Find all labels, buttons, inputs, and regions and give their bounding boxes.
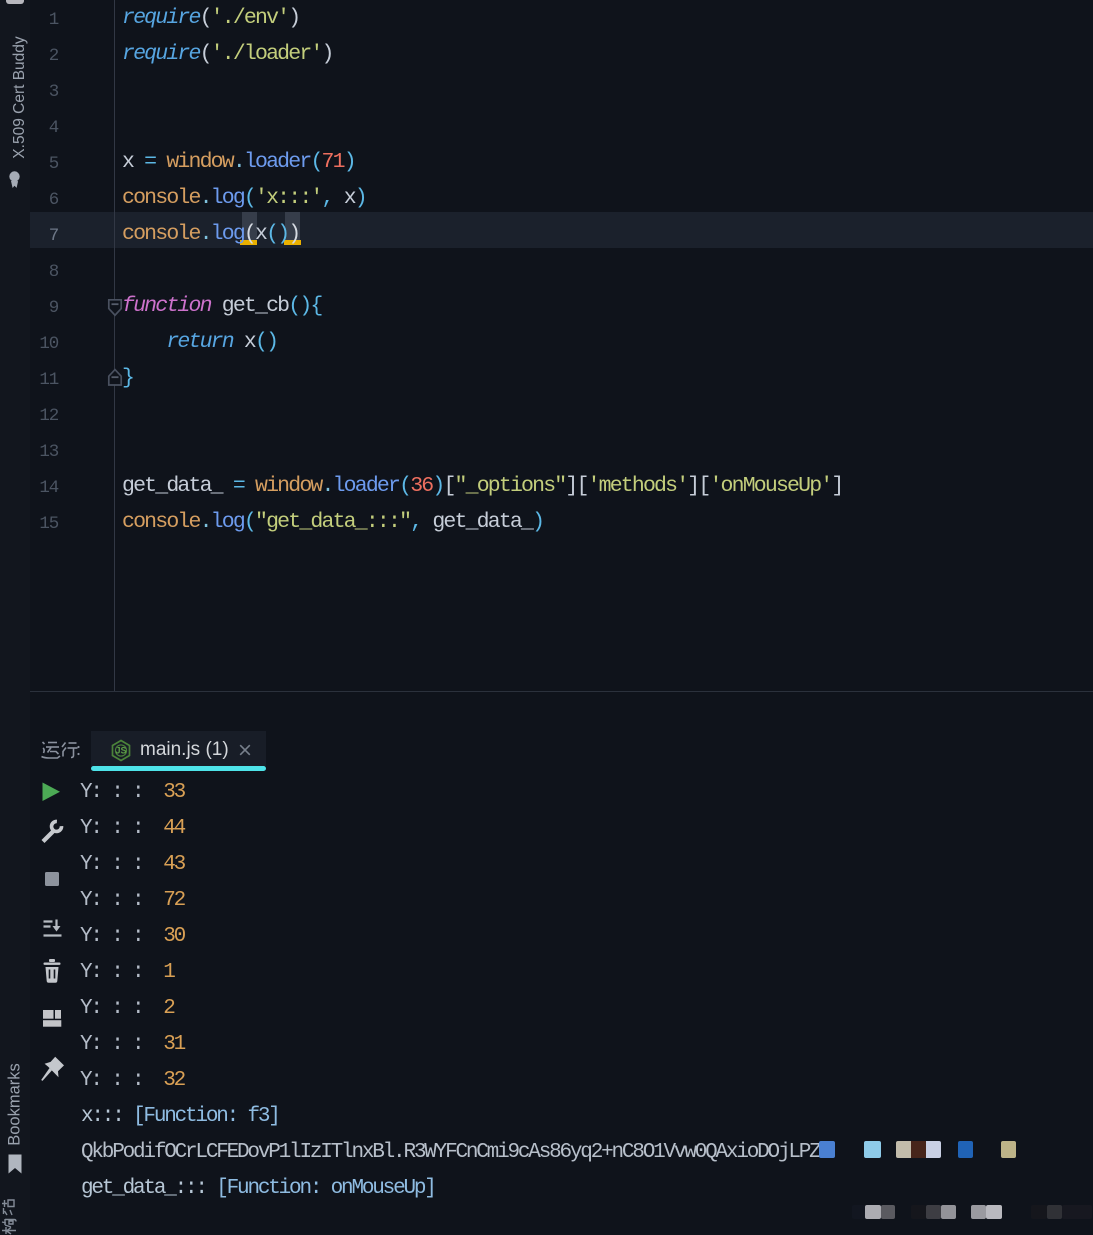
svg-text:JS: JS	[115, 746, 126, 756]
